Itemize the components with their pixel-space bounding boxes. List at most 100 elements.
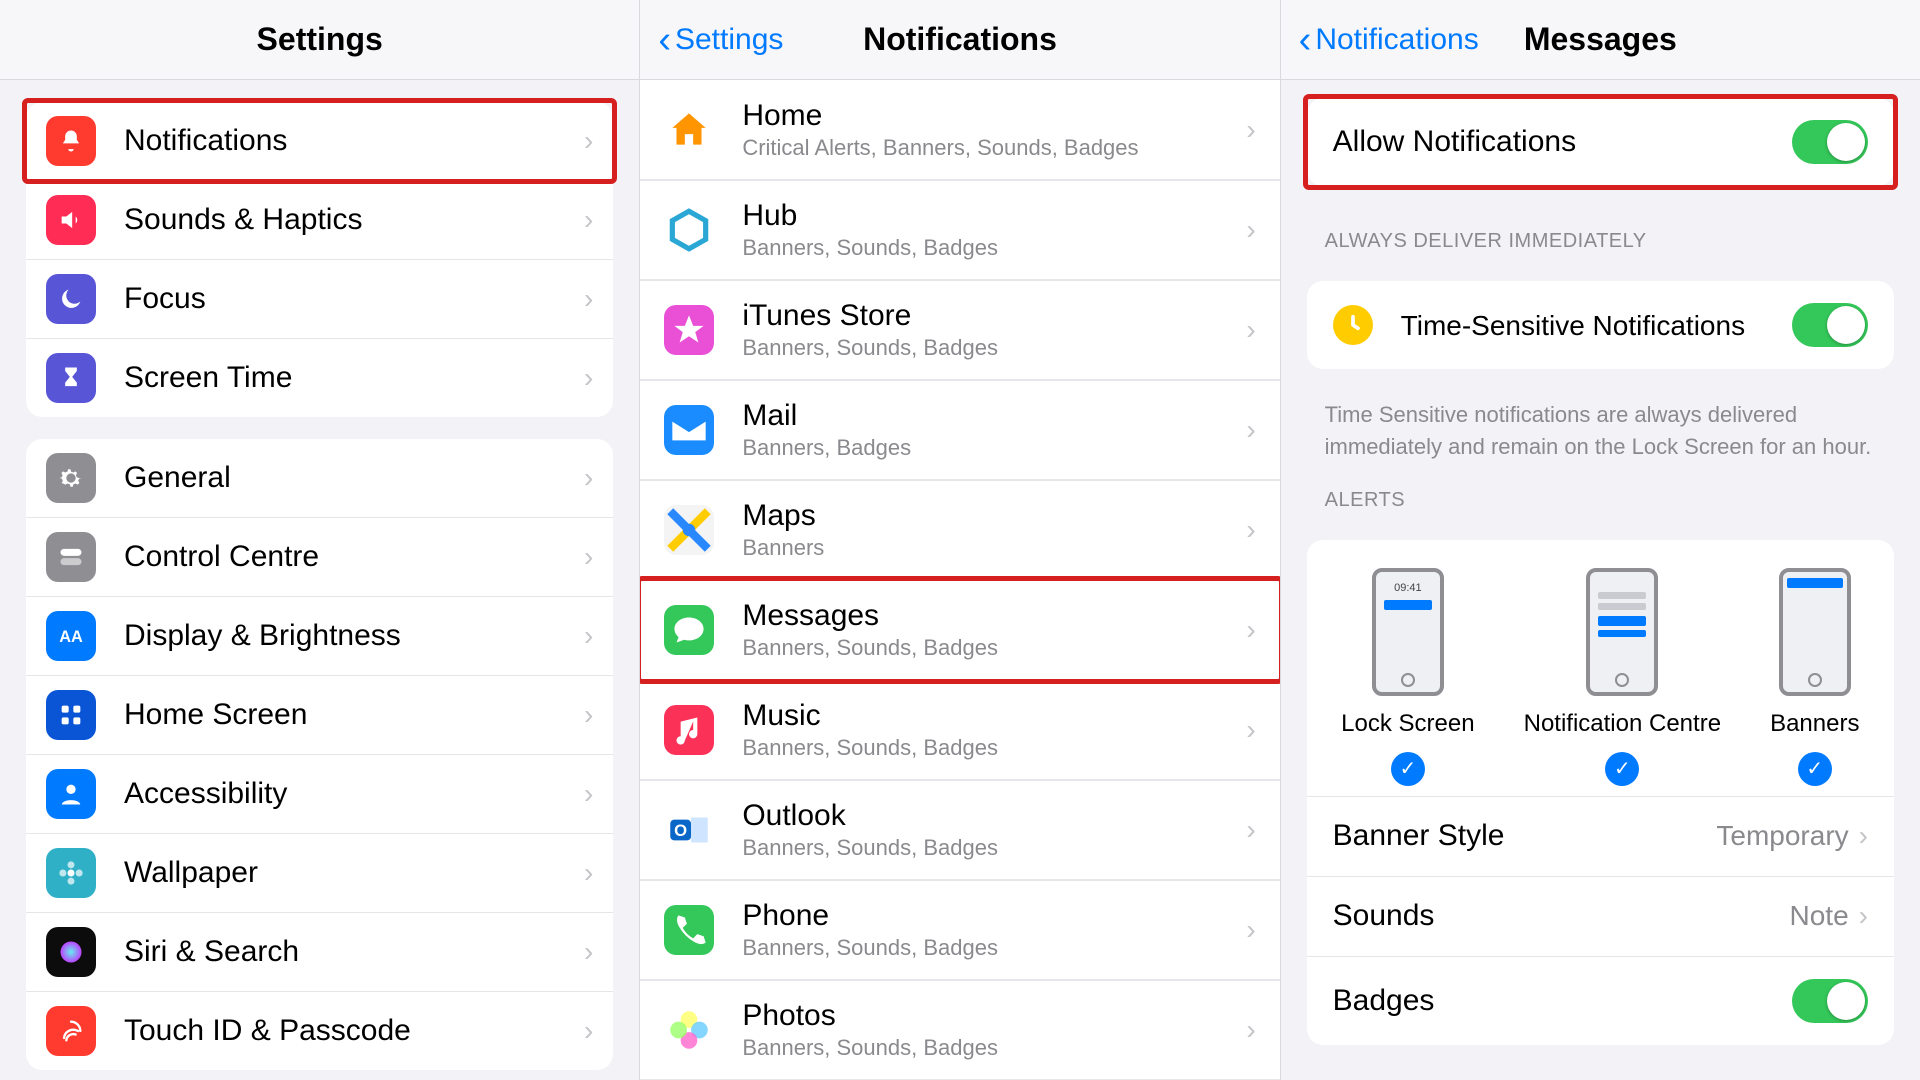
allow-notifications-toggle[interactable] bbox=[1792, 120, 1868, 164]
list-item[interactable]: Siri & Search› bbox=[26, 912, 613, 991]
chevron-right-icon: › bbox=[584, 857, 593, 889]
clock-icon bbox=[1333, 305, 1373, 345]
list-item[interactable]: iTunes StoreBanners, Sounds, Badges› bbox=[640, 280, 1279, 380]
list-item[interactable]: OOutlookBanners, Sounds, Badges› bbox=[640, 780, 1279, 880]
time-sensitive-card: Time-Sensitive Notifications bbox=[1307, 281, 1894, 369]
time-sensitive-toggle[interactable] bbox=[1792, 303, 1868, 347]
back-button[interactable]: ‹ Notifications bbox=[1299, 21, 1479, 59]
list-item[interactable]: Notifications› bbox=[26, 102, 613, 180]
list-item[interactable]: Accessibility› bbox=[26, 754, 613, 833]
item-label: Home bbox=[742, 99, 1246, 133]
alert-option-label: Banners bbox=[1770, 710, 1859, 738]
chevron-right-icon: › bbox=[584, 778, 593, 810]
chevron-right-icon: › bbox=[584, 1015, 593, 1047]
maps-app-icon bbox=[664, 505, 714, 555]
list-item[interactable]: MusicBanners, Sounds, Badges› bbox=[640, 680, 1279, 780]
list-item[interactable]: General› bbox=[26, 439, 613, 517]
phone-mock-icon bbox=[1586, 568, 1658, 696]
siri-icon bbox=[46, 927, 96, 977]
svg-text:AA: AA bbox=[59, 628, 83, 646]
alert-option[interactable]: 09:41Lock Screen✓ bbox=[1341, 568, 1474, 786]
check-icon[interactable]: ✓ bbox=[1798, 752, 1832, 786]
check-icon[interactable]: ✓ bbox=[1391, 752, 1425, 786]
item-sublabel: Banners, Sounds, Badges bbox=[742, 835, 1246, 861]
section-header-alerts: ALERTS bbox=[1281, 463, 1920, 522]
allow-notifications-label: Allow Notifications bbox=[1333, 125, 1792, 159]
aa-icon: AA bbox=[46, 611, 96, 661]
list-item[interactable]: Home Screen› bbox=[26, 675, 613, 754]
item-sublabel: Banners, Sounds, Badges bbox=[742, 335, 1246, 361]
alert-option[interactable]: Notification Centre✓ bbox=[1524, 568, 1721, 786]
list-item[interactable]: Touch ID & Passcode› bbox=[26, 991, 613, 1070]
item-label: iTunes Store bbox=[742, 299, 1246, 333]
item-sublabel: Banners, Sounds, Badges bbox=[742, 235, 1246, 261]
badges-toggle[interactable] bbox=[1792, 979, 1868, 1023]
alert-option-label: Lock Screen bbox=[1341, 710, 1474, 738]
item-label: Accessibility bbox=[124, 777, 584, 811]
time-sensitive-row[interactable]: Time-Sensitive Notifications bbox=[1307, 281, 1894, 369]
list-item[interactable]: PhotosBanners, Sounds, Badges› bbox=[640, 980, 1279, 1080]
list-item[interactable]: MessagesBanners, Sounds, Badges› bbox=[640, 580, 1279, 680]
check-icon[interactable]: ✓ bbox=[1605, 752, 1639, 786]
list-item[interactable]: Focus› bbox=[26, 259, 613, 338]
item-label: Music bbox=[742, 699, 1246, 733]
navbar-notifications: ‹ Settings Notifications bbox=[640, 0, 1279, 80]
settings-group-2: General›Control Centre›AADisplay & Brigh… bbox=[26, 439, 613, 1070]
home-app-icon bbox=[664, 105, 714, 155]
list-item[interactable]: Sounds & Haptics› bbox=[26, 180, 613, 259]
time-sensitive-label: Time-Sensitive Notifications bbox=[1401, 308, 1792, 343]
allow-notifications-row[interactable]: Allow Notifications bbox=[1307, 98, 1894, 186]
item-label: Notifications bbox=[124, 124, 584, 158]
chevron-left-icon: ‹ bbox=[658, 21, 671, 59]
screen-messages-notifications: ‹ Notifications Messages Allow Notificat… bbox=[1281, 0, 1920, 1080]
phone-mock-icon bbox=[1779, 568, 1851, 696]
hourglass-icon bbox=[46, 353, 96, 403]
grid-icon bbox=[46, 690, 96, 740]
item-label: Phone bbox=[742, 899, 1246, 933]
navbar-messages: ‹ Notifications Messages bbox=[1281, 0, 1920, 80]
list-item[interactable]: Wallpaper› bbox=[26, 833, 613, 912]
alert-option[interactable]: Banners ✓ bbox=[1770, 568, 1859, 786]
chevron-right-icon: › bbox=[1859, 900, 1868, 932]
item-label: Control Centre bbox=[124, 540, 584, 574]
chevron-right-icon: › bbox=[584, 620, 593, 652]
banner-style-value: Temporary bbox=[1716, 820, 1848, 852]
hub-app-icon bbox=[664, 205, 714, 255]
chevron-right-icon: › bbox=[1859, 820, 1868, 852]
chevron-right-icon: › bbox=[584, 125, 593, 157]
list-item[interactable]: HomeCritical Alerts, Banners, Sounds, Ba… bbox=[640, 80, 1279, 180]
list-item[interactable]: MapsBanners› bbox=[640, 480, 1279, 580]
list-item[interactable]: HubBanners, Sounds, Badges› bbox=[640, 180, 1279, 280]
chevron-right-icon: › bbox=[584, 541, 593, 573]
section-footer-deliver: Time Sensitive notifications are always … bbox=[1281, 387, 1920, 463]
screen-settings: Settings Notifications›Sounds & Haptics›… bbox=[0, 0, 640, 1080]
phone-app-icon bbox=[664, 905, 714, 955]
list-item[interactable]: Control Centre› bbox=[26, 517, 613, 596]
list-item[interactable]: PhoneBanners, Sounds, Badges› bbox=[640, 880, 1279, 980]
list-item[interactable]: Screen Time› bbox=[26, 338, 613, 417]
item-label: Messages bbox=[742, 599, 1246, 633]
item-sublabel: Critical Alerts, Banners, Sounds, Badges bbox=[742, 135, 1246, 161]
list-item[interactable]: AADisplay & Brightness› bbox=[26, 596, 613, 675]
banner-style-label: Banner Style bbox=[1333, 819, 1717, 853]
gear-icon bbox=[46, 453, 96, 503]
banner-style-row[interactable]: Banner Style Temporary › bbox=[1307, 796, 1894, 876]
chevron-right-icon: › bbox=[1246, 1014, 1255, 1046]
music-app-icon bbox=[664, 705, 714, 755]
sounds-label: Sounds bbox=[1333, 899, 1790, 933]
svg-text:O: O bbox=[675, 821, 688, 840]
item-label: Home Screen bbox=[124, 698, 584, 732]
chevron-right-icon: › bbox=[1246, 214, 1255, 246]
list-item[interactable]: MailBanners, Badges› bbox=[640, 380, 1279, 480]
chevron-right-icon: › bbox=[1246, 814, 1255, 846]
sounds-row[interactable]: Sounds Note › bbox=[1307, 876, 1894, 956]
back-button[interactable]: ‹ Settings bbox=[658, 21, 783, 59]
item-label: Siri & Search bbox=[124, 935, 584, 969]
flower-icon bbox=[46, 848, 96, 898]
page-title: Messages bbox=[1524, 21, 1677, 58]
item-label: Mail bbox=[742, 399, 1246, 433]
screen-notifications: ‹ Settings Notifications HomeCritical Al… bbox=[640, 0, 1280, 1080]
item-sublabel: Banners, Sounds, Badges bbox=[742, 935, 1246, 961]
badges-row[interactable]: Badges bbox=[1307, 956, 1894, 1045]
item-label: Focus bbox=[124, 282, 584, 316]
